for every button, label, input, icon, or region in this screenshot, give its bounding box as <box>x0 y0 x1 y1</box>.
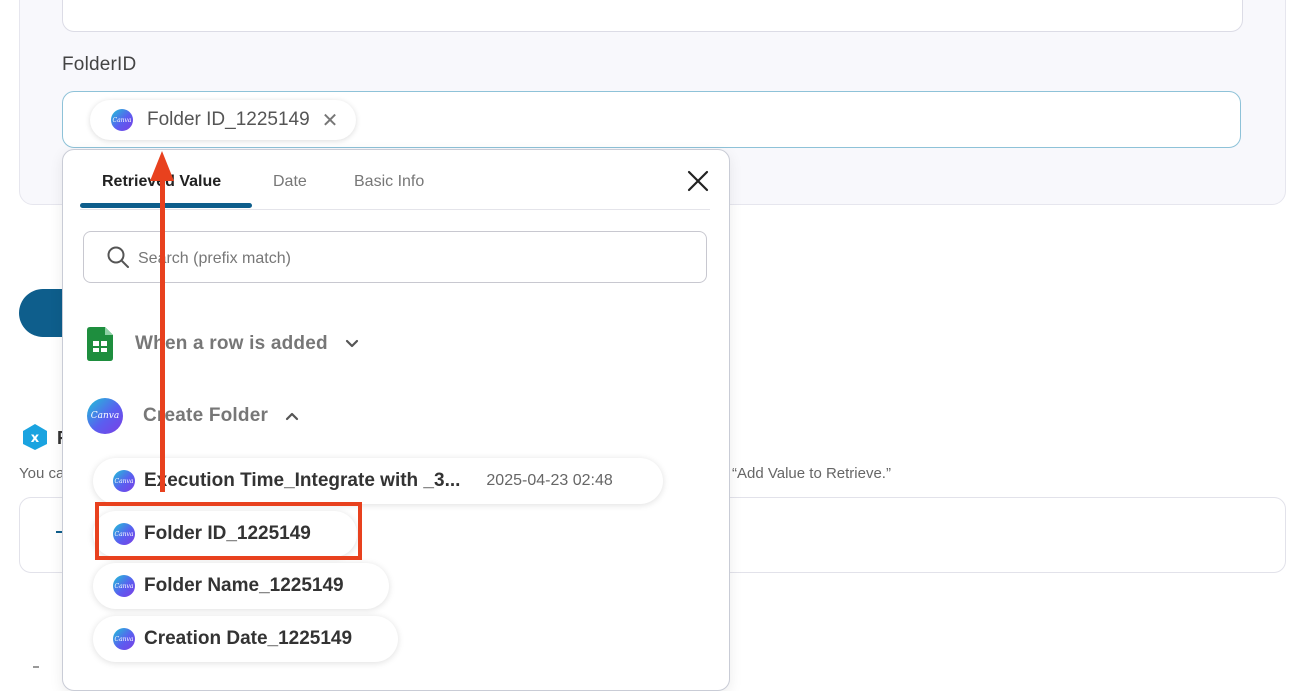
chevron-up-icon <box>285 412 299 421</box>
item-value: 2025-04-23 02:48 <box>486 472 613 489</box>
folderid-label: FolderID <box>62 54 137 75</box>
search-field[interactable] <box>83 231 707 283</box>
list-item[interactable]: Canva Execution Time_Integrate with _3..… <box>93 458 663 504</box>
help-text: You ca <box>19 465 65 482</box>
item-label: Creation Date_1225149 <box>144 628 353 649</box>
search-input[interactable] <box>136 246 680 272</box>
group-create-folder[interactable]: Canva Create Folder <box>87 396 300 436</box>
svg-text:x: x <box>31 431 40 446</box>
item-label: Execution Time_Integrate with _3... <box>144 470 461 491</box>
tab-date[interactable]: Date <box>273 173 307 191</box>
canva-icon: Canva <box>87 398 123 434</box>
selected-value-chip[interactable]: Canva Folder ID_1225149 ✕ <box>90 100 356 140</box>
previous-field-input[interactable] <box>62 0 1243 32</box>
group-when-row-added[interactable]: When a row is added <box>87 324 360 364</box>
tab-basic-info[interactable]: Basic Info <box>354 173 424 191</box>
canva-icon: Canva <box>113 575 135 597</box>
chevron-down-icon <box>345 339 358 348</box>
tab-bar: Retrieved Value Date Basic Info <box>80 150 710 210</box>
close-icon[interactable] <box>685 168 711 194</box>
yoom-icon: x <box>23 424 47 450</box>
divider <box>33 666 39 668</box>
item-label: Folder Name_1225149 <box>144 575 344 596</box>
canva-icon: Canva <box>113 628 135 650</box>
highlight-annotation <box>95 502 362 560</box>
list-item[interactable]: Canva Folder Name_1225149 <box>93 563 389 609</box>
arrow-annotation <box>160 176 165 492</box>
active-tab-indicator <box>80 203 252 208</box>
chip-label: Folder ID_1225149 <box>147 109 310 130</box>
canva-icon: Canva <box>111 109 133 131</box>
arrow-head-annotation <box>150 151 174 181</box>
chip-remove-icon[interactable]: ✕ <box>322 108 339 133</box>
canva-icon: Canva <box>113 470 135 492</box>
search-icon <box>107 246 129 268</box>
list-item[interactable]: Canva Creation Date_1225149 <box>93 616 398 662</box>
help-text-end: “Add Value to Retrieve.” <box>732 465 891 482</box>
google-sheets-icon <box>87 327 113 361</box>
